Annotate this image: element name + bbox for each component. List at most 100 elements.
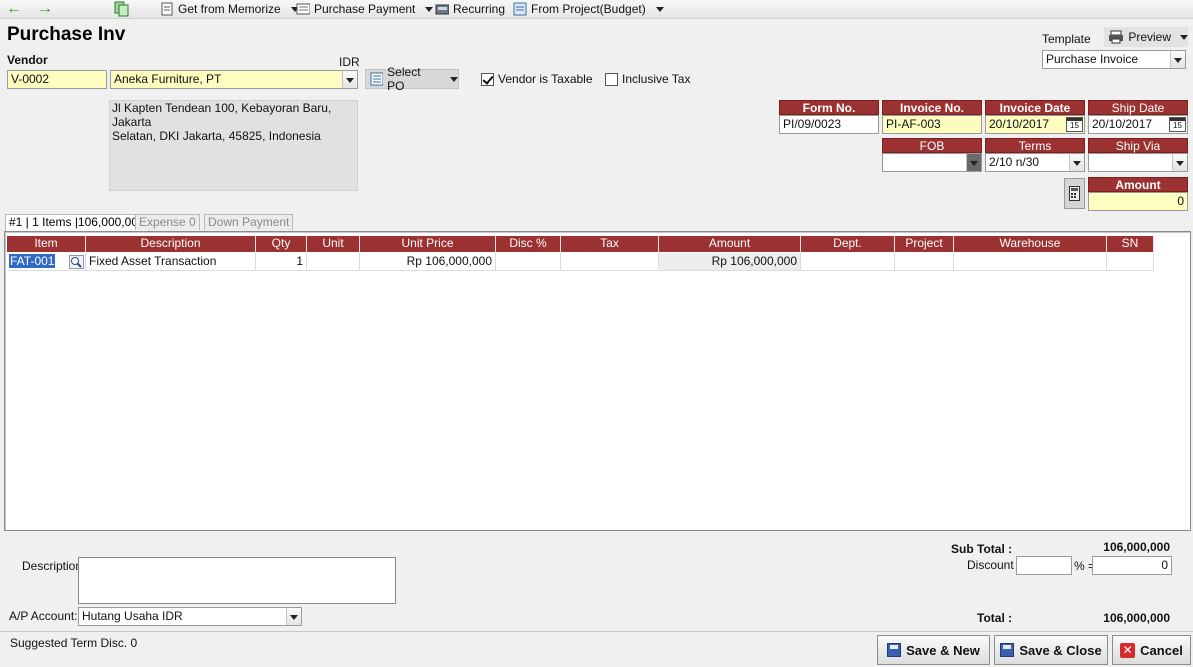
form-no-field[interactable]: PI/09/0023 <box>779 115 879 134</box>
address-line-2: Selatan, DKI Jakarta, 45825, Indonesia <box>112 129 321 143</box>
save-icon <box>887 643 902 657</box>
description-label: Description <box>22 559 83 573</box>
select-po-button[interactable]: Select PO <box>365 65 459 93</box>
get-from-memorize-button[interactable]: Get from Memorize <box>160 1 299 17</box>
dropdown-arrow-icon <box>425 6 434 12</box>
column-header-dept[interactable]: Dept. <box>801 236 895 252</box>
cell-project[interactable] <box>895 253 954 271</box>
from-project-label: From Project(Budget) <box>531 2 646 16</box>
back-arrow-icon[interactable]: ← <box>6 1 22 17</box>
cell-sn[interactable] <box>1107 253 1154 271</box>
save-new-button[interactable]: Save & New <box>877 635 990 665</box>
column-header-tax[interactable]: Tax <box>561 236 659 252</box>
tab-expense[interactable]: Expense 0 <box>135 214 200 230</box>
vendor-taxable-checkbox[interactable] <box>481 73 494 86</box>
printer-icon <box>1109 30 1123 44</box>
column-header-description[interactable]: Description <box>86 236 256 252</box>
item-code: FAT-001 <box>9 254 56 268</box>
terms-value: 2/10 n/30 <box>989 155 1040 169</box>
ap-account-label: A/P Account: <box>9 609 78 623</box>
cell-item[interactable]: FAT-001 <box>7 253 86 271</box>
terms-select[interactable]: 2/10 n/30 <box>985 153 1085 172</box>
ship-via-header: Ship Via <box>1088 138 1188 153</box>
tab-down-payment[interactable]: Down Payment <box>204 214 294 230</box>
cell-unit[interactable] <box>307 253 360 271</box>
dropdown-arrow-icon[interactable] <box>1069 154 1084 171</box>
cell-unit-price[interactable]: Rp 106,000,000 <box>360 253 496 271</box>
items-grid <box>4 231 1191 531</box>
calculator-icon <box>1069 186 1080 201</box>
column-header-unit[interactable]: Unit <box>307 236 360 252</box>
discount-value-field[interactable]: 0 <box>1092 556 1172 575</box>
ship-date-value: 20/10/2017 <box>1092 117 1153 131</box>
discount-label: Discount : <box>967 558 1021 572</box>
ap-account-select[interactable]: Hutang Usaha IDR <box>78 607 302 626</box>
cell-dept[interactable] <box>801 253 895 271</box>
dropdown-arrow-icon[interactable] <box>966 154 981 171</box>
project-icon <box>513 2 527 16</box>
template-select[interactable]: Purchase Invoice <box>1042 50 1186 69</box>
discount-percent-field[interactable] <box>1016 556 1072 575</box>
dropdown-arrow-icon[interactable] <box>1170 51 1185 68</box>
cell-qty[interactable]: 1 <box>256 253 307 271</box>
ship-via-select[interactable] <box>1088 153 1188 172</box>
vendor-name-select[interactable]: Aneka Furniture, PT <box>110 70 358 89</box>
invoice-no-header: Invoice No. <box>882 100 982 115</box>
column-header-warehouse[interactable]: Warehouse <box>954 236 1107 252</box>
dropdown-arrow-icon[interactable] <box>342 71 357 88</box>
cancel-button[interactable]: ✕ Cancel <box>1112 635 1191 665</box>
vendor-name-value: Aneka Furniture, PT <box>114 72 222 86</box>
invoice-date-field[interactable]: 20/10/2017 15 <box>985 115 1085 134</box>
preview-button[interactable]: Preview <box>1104 27 1188 47</box>
save-icon <box>1000 643 1015 657</box>
column-header-sn[interactable]: SN <box>1107 236 1154 252</box>
save-new-label: Save & New <box>906 642 980 658</box>
calendar-icon[interactable]: 15 <box>1169 117 1186 132</box>
cell-amount: Rp 106,000,000 <box>659 253 801 271</box>
from-project-button[interactable]: From Project(Budget) <box>513 1 664 17</box>
calendar-icon[interactable]: 15 <box>1066 117 1083 132</box>
vendor-label: Vendor <box>7 53 48 67</box>
fob-header: FOB <box>882 138 982 153</box>
dropdown-arrow-icon[interactable] <box>286 608 301 625</box>
forward-arrow-icon[interactable]: → <box>37 1 53 17</box>
save-close-button[interactable]: Save & Close <box>994 635 1108 665</box>
lookup-icon[interactable] <box>69 255 84 269</box>
sub-total-label: Sub Total : <box>951 542 1013 556</box>
amount-field[interactable]: 0 <box>1088 192 1188 211</box>
invoice-date-header: Invoice Date <box>985 100 1085 115</box>
copy-icon[interactable] <box>113 1 129 17</box>
cell-tax[interactable] <box>561 253 659 271</box>
column-header-qty[interactable]: Qty <box>256 236 307 252</box>
column-header-project[interactable]: Project <box>895 236 954 252</box>
purchase-payment-button[interactable]: Purchase Payment <box>296 1 434 17</box>
invoice-no-field[interactable]: PI-AF-003 <box>882 115 982 134</box>
column-header-disc[interactable]: Disc % <box>496 236 561 252</box>
inclusive-tax-label: Inclusive Tax <box>622 72 691 86</box>
cell-disc[interactable] <box>496 253 561 271</box>
column-header-unit-price[interactable]: Unit Price <box>360 236 496 252</box>
total-label: Total : <box>977 611 1013 625</box>
ship-date-field[interactable]: 20/10/2017 15 <box>1088 115 1188 134</box>
calculator-button[interactable] <box>1064 178 1085 209</box>
inclusive-tax-checkbox[interactable] <box>605 73 618 86</box>
template-value: Purchase Invoice <box>1046 52 1139 66</box>
close-icon: ✕ <box>1120 642 1136 658</box>
total-value: 106,000,000 <box>1103 611 1170 625</box>
recurring-button[interactable]: Recurring <box>435 1 505 17</box>
fob-select[interactable] <box>882 153 982 172</box>
column-header-amount[interactable]: Amount <box>659 236 801 252</box>
get-from-memorize-label: Get from Memorize <box>178 2 281 16</box>
description-textarea[interactable] <box>78 557 396 604</box>
vendor-code-field[interactable]: V-0002 <box>7 70 107 89</box>
cell-description[interactable]: Fixed Asset Transaction <box>86 253 256 271</box>
toolbar: ← → Get from Memorize Purchase Payment R… <box>0 0 1193 19</box>
select-po-label: Select PO <box>387 65 421 93</box>
vendor-taxable-label: Vendor is Taxable <box>498 72 593 86</box>
terms-header: Terms <box>985 138 1085 153</box>
cell-warehouse[interactable] <box>954 253 1107 271</box>
tab-items[interactable]: #1 | 1 Items |106,000,000 <box>5 214 149 231</box>
preview-label: Preview <box>1128 30 1171 44</box>
dropdown-arrow-icon[interactable] <box>1172 154 1187 171</box>
column-header-item[interactable]: Item <box>7 236 86 252</box>
